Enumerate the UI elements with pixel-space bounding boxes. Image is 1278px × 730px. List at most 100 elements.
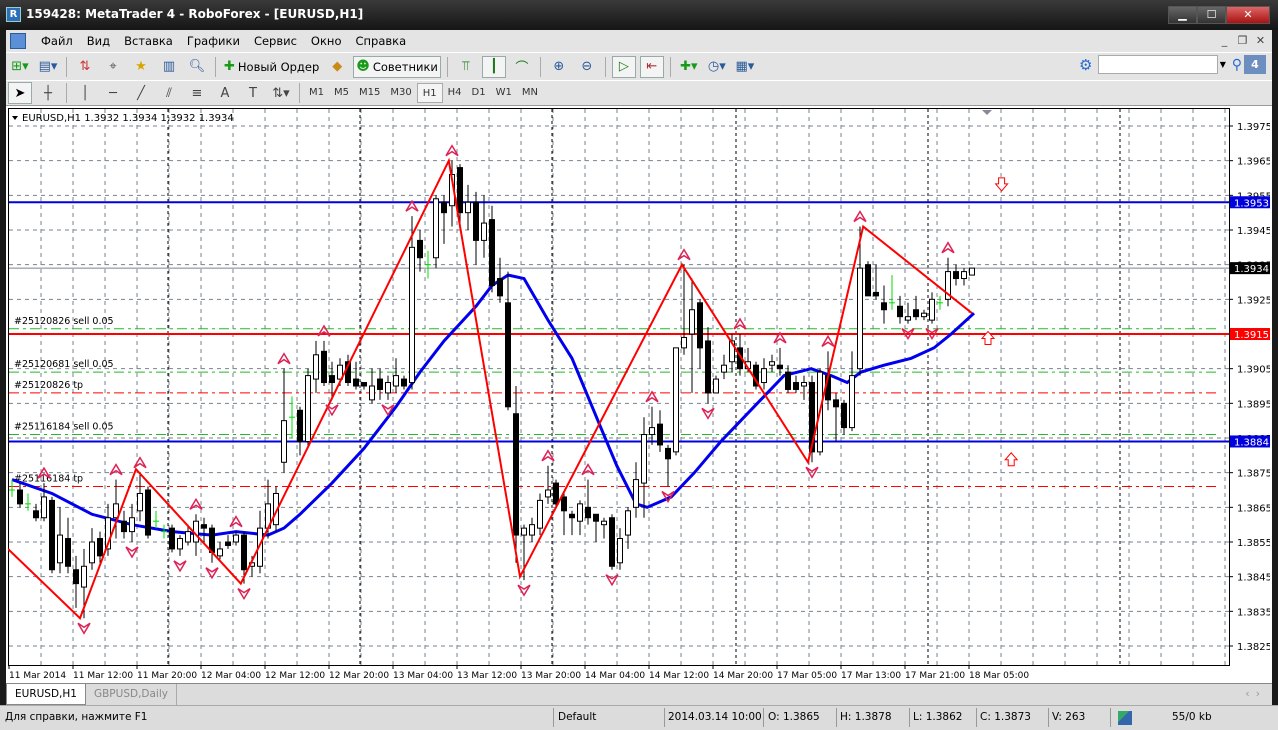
candlestick-button[interactable]: ┃ <box>481 55 506 78</box>
candle-body <box>769 361 775 366</box>
x-tick-label: 17 Mar 05:00 <box>777 671 837 681</box>
mdi-close-button[interactable]: ✕ <box>1253 33 1268 48</box>
terminal-button[interactable]: ▥ <box>157 56 181 78</box>
menu-charts[interactable]: Графики <box>180 34 247 48</box>
candle-body <box>489 219 495 286</box>
metaeditor-button[interactable]: ◆ <box>325 56 349 78</box>
periods-button[interactable]: ◷▾ <box>705 56 729 78</box>
profiles-button[interactable]: ▤▾ <box>36 56 60 78</box>
candle-body <box>513 413 519 536</box>
maximize-button[interactable]: ☐ <box>1197 6 1226 24</box>
gear-icon[interactable]: ⚙ <box>1076 56 1096 74</box>
timeframe-m30[interactable]: M30 <box>385 83 416 103</box>
candle-body <box>49 499 55 571</box>
candle-body <box>433 198 439 259</box>
text-label-button[interactable]: T <box>241 82 265 104</box>
tab-gbpusd-daily[interactable]: GBPUSD,Daily <box>86 684 177 705</box>
notifications-badge[interactable]: 4 <box>1244 55 1266 74</box>
x-tick-label: 14 Mar 20:00 <box>713 671 773 681</box>
new-chart-icon: ⊞▾ <box>11 59 29 74</box>
drawing-toolbar: ➤ ┼ │ ─ ╱ ⫽ ≡ A T ⇅▾ M1 M5 M15 M30 H1 H4… <box>6 80 1272 106</box>
chart-window[interactable]: 1.39751.39651.39551.39451.39351.39251.39… <box>6 106 1272 683</box>
price-level-tag-label: 1.3934 <box>1234 264 1269 275</box>
x-tick-label: 11 Mar 2014 <box>9 671 66 681</box>
bar-open: O: 1.3865 <box>768 711 820 723</box>
menu-file[interactable]: Файл <box>34 34 80 48</box>
arrows-icon: ⇅▾ <box>272 85 290 101</box>
candle-body <box>969 267 975 276</box>
minimize-button[interactable]: ▁ <box>1168 6 1197 24</box>
bar-chart-button[interactable]: ⫪ <box>454 56 478 78</box>
line-chart-button[interactable]: ⌒ <box>510 56 534 78</box>
equidistant-channel-button[interactable]: ⫽ <box>157 82 181 104</box>
candle-body <box>385 382 391 394</box>
arrows-button[interactable]: ⇅▾ <box>269 82 293 104</box>
candle-body <box>577 503 583 522</box>
market-watch-button[interactable]: ⇅ <box>73 56 97 78</box>
timeframe-mn[interactable]: MN <box>517 83 543 103</box>
chart-shift-button[interactable]: ⇤ <box>639 55 664 78</box>
timeframe-h4[interactable]: H4 <box>443 83 467 103</box>
price-chart[interactable]: 1.39751.39651.39551.39451.39351.39251.39… <box>8 108 1270 683</box>
trendline-button[interactable]: ╱ <box>129 82 153 104</box>
candle-body <box>785 371 791 390</box>
candle-body <box>121 520 127 533</box>
indicators-button[interactable]: ✚▾ <box>677 56 701 78</box>
new-order-button[interactable]: ✚ Новый Ордер <box>222 56 321 78</box>
tester-button[interactable]: 🔍︎ <box>185 56 209 78</box>
chevron-down-icon[interactable]: ▼ <box>1220 60 1230 69</box>
fibonacci-button[interactable]: ≡ <box>185 82 209 104</box>
candle-body <box>665 447 671 460</box>
y-tick-label: 1.3905 <box>1237 365 1270 376</box>
candle-body <box>545 489 551 498</box>
candle-body <box>353 378 359 387</box>
zoom-in-button[interactable]: ⊕ <box>547 56 571 78</box>
close-button[interactable]: ✕ <box>1226 6 1270 24</box>
zoom-out-button[interactable]: ⊖ <box>575 56 599 78</box>
timeframe-w1[interactable]: W1 <box>491 83 517 103</box>
menu-help[interactable]: Справка <box>348 34 413 48</box>
timeframe-m15[interactable]: M15 <box>354 83 385 103</box>
new-chart-button[interactable]: ⊞▾ <box>8 56 32 78</box>
menu-insert[interactable]: Вставка <box>117 34 180 48</box>
menu-bar: Файл Вид Вставка Графики Сервис Окно Спр… <box>6 30 1272 52</box>
text-button[interactable]: A <box>213 82 237 104</box>
candle-body <box>377 378 383 390</box>
data-window-button[interactable]: ⌖ <box>101 56 125 78</box>
candle-body <box>465 201 471 214</box>
connection-status-icon[interactable] <box>1118 711 1132 725</box>
text-label-icon: T <box>249 85 257 101</box>
tab-eurusd-h1[interactable]: EURUSD,H1 <box>6 684 86 705</box>
navigator-button[interactable]: ★ <box>129 56 153 78</box>
templates-button[interactable]: ▦▾ <box>733 56 757 78</box>
mdi-minimize-button[interactable]: _ <box>1217 33 1232 48</box>
search-input[interactable] <box>1097 55 1218 74</box>
candle <box>609 514 615 570</box>
line-chart-icon: ⌒ <box>515 61 529 76</box>
status-divider <box>976 708 977 727</box>
candle-body <box>169 527 175 550</box>
traffic-info: 55/0 kb <box>1172 711 1212 723</box>
status-divider <box>553 708 554 727</box>
text-icon: A <box>220 85 230 101</box>
mdi-restore-button[interactable]: ❐ <box>1235 33 1250 48</box>
crosshair-button[interactable]: ┼ <box>36 82 60 104</box>
candle-body <box>145 489 151 536</box>
timeframe-h1[interactable]: H1 <box>416 83 443 103</box>
y-tick-label: 1.3965 <box>1237 157 1270 168</box>
timeframe-m5[interactable]: M5 <box>329 83 354 103</box>
terminal-icon: ▥ <box>162 59 176 74</box>
search-icon[interactable]: ⚲ <box>1232 57 1242 73</box>
timeframe-d1[interactable]: D1 <box>467 83 491 103</box>
menu-tools[interactable]: Сервис <box>247 34 304 48</box>
horizontal-line-button[interactable]: ─ <box>101 82 125 104</box>
tab-scroll-arrows-icon[interactable]: ‹› <box>1245 687 1266 700</box>
experts-button[interactable]: ☻ Советники <box>353 55 441 78</box>
timeframe-m1[interactable]: M1 <box>304 83 329 103</box>
vertical-line-button[interactable]: │ <box>73 82 97 104</box>
chart-window-icon[interactable] <box>10 33 26 49</box>
cursor-button[interactable]: ➤ <box>8 82 32 104</box>
auto-scroll-button[interactable]: ▷ <box>611 55 636 78</box>
menu-window[interactable]: Окно <box>304 34 349 48</box>
menu-view[interactable]: Вид <box>80 34 117 48</box>
